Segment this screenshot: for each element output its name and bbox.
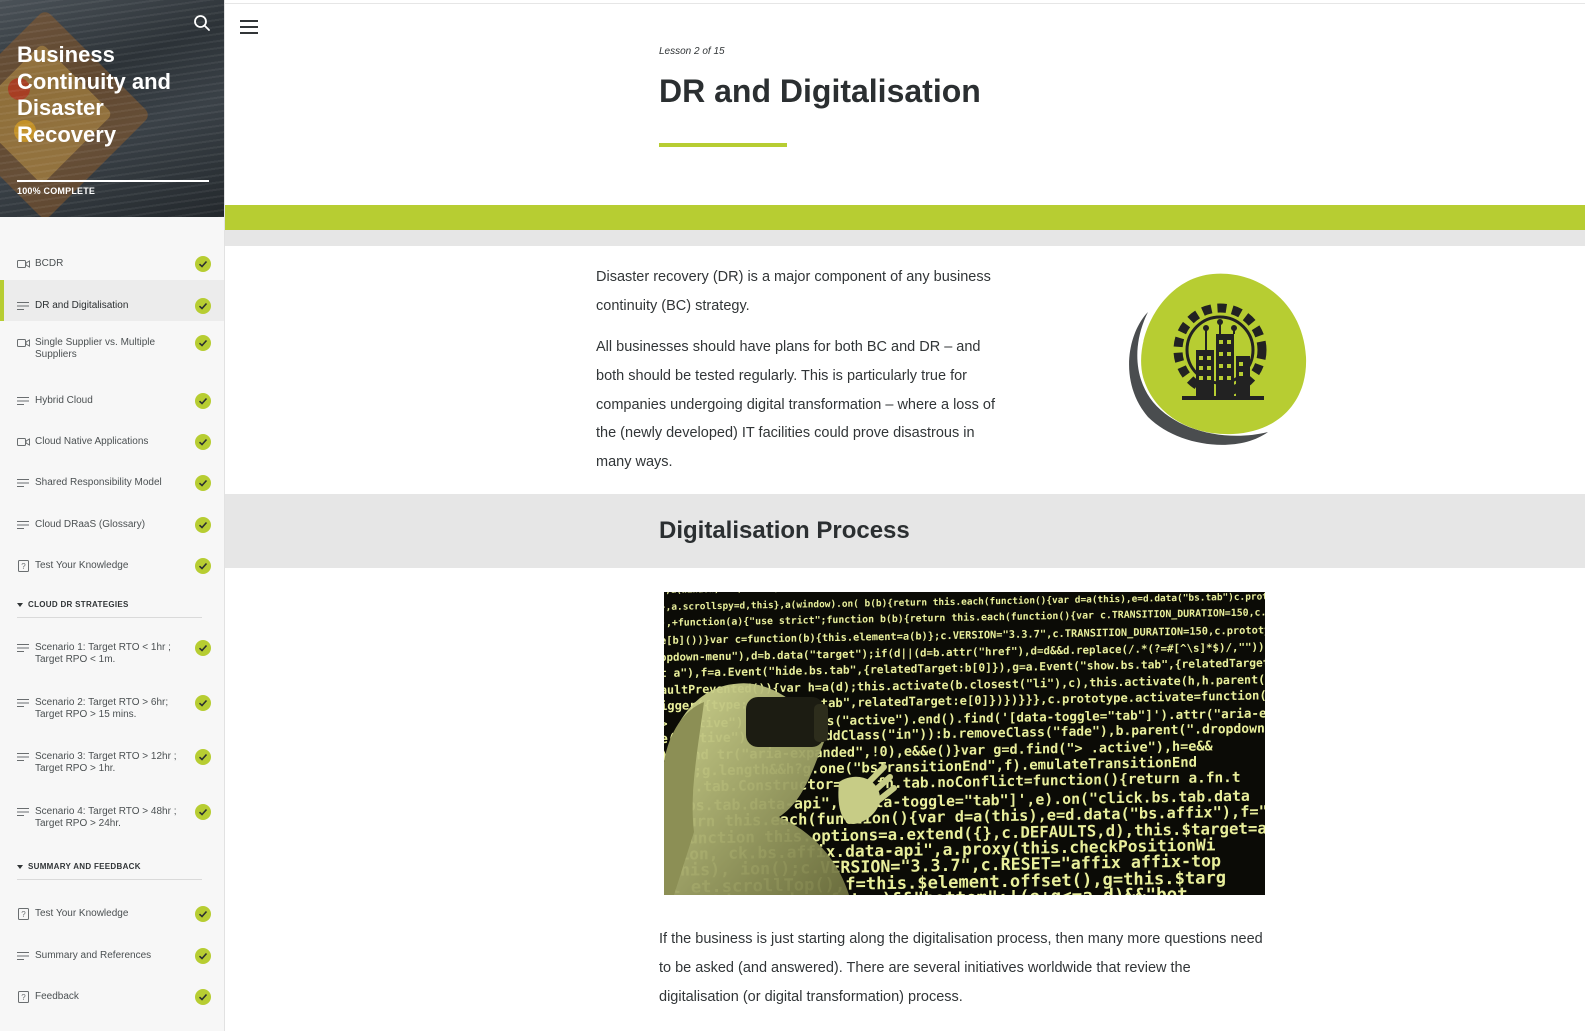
sidebar-item[interactable]: Shared Responsibility Model: [0, 457, 224, 499]
completed-check-icon: [195, 989, 211, 1005]
sidebar-item[interactable]: Scenario 1: Target RTO < 1hr ; Target RP…: [0, 626, 224, 680]
text-lines-icon: [17, 753, 29, 761]
completed-check-icon: [195, 906, 211, 922]
sidebar-item[interactable]: Hybrid Cloud: [0, 375, 224, 416]
completed-check-icon: [195, 804, 211, 820]
completed-check-icon: [195, 434, 211, 450]
sidebar-item-label: Feedback: [35, 991, 79, 1002]
sidebar-item-label: Scenario 4: Target RTO > 48hr ; Target R…: [35, 806, 177, 829]
completed-check-icon: [195, 558, 211, 574]
completed-check-icon: [195, 517, 211, 533]
sidebar-item[interactable]: Scenario 4: Target RTO > 48hr ; Target R…: [0, 790, 224, 844]
completed-check-icon: [195, 475, 211, 491]
quiz-icon: ?: [18, 991, 29, 1003]
text-lines-icon: [17, 521, 29, 529]
sidebar-item-label: Scenario 3: Target RTO > 12hr ; Target R…: [35, 751, 177, 774]
sidebar-item[interactable]: Scenario 3: Target RTO > 12hr ; Target R…: [0, 735, 224, 790]
completed-check-icon: [195, 695, 211, 711]
video-icon: [17, 260, 30, 268]
quiz-icon: ?: [18, 560, 29, 572]
sidebar-section-header[interactable]: CLOUD DR STRATEGIES: [17, 600, 129, 609]
svg-text:?: ?: [21, 562, 26, 571]
text-lines-icon: [17, 397, 29, 405]
sidebar-item-label: Hybrid Cloud: [35, 395, 93, 406]
text-lines-icon: [17, 302, 29, 310]
video-icon: [17, 438, 30, 446]
lesson-title: DR and Digitalisation: [659, 73, 981, 109]
code-vr-image: },a(window).on( load ,function(){a( [dat…: [664, 592, 1265, 895]
sidebar-item[interactable]: BCDR: [0, 238, 224, 280]
sidebar-item-label: Single Supplier vs. Multiple Suppliers: [35, 337, 156, 360]
sidebar-item-label: Scenario 2: Target RTO > 6hr; Target RPO…: [35, 697, 169, 720]
sidebar-item[interactable]: ? Feedback: [0, 971, 224, 1013]
section-title: Digitalisation Process: [659, 517, 910, 544]
top-border: [225, 0, 1585, 4]
title-underline: [659, 143, 787, 147]
sidebar-item-label: Cloud DRaaS (Glossary): [35, 519, 146, 530]
completed-check-icon: [195, 948, 211, 964]
sidebar-item[interactable]: ? Test Your Knowledge: [0, 540, 224, 582]
sidebar-item[interactable]: ? Test Your Knowledge: [0, 888, 224, 930]
caret-down-icon: [17, 864, 23, 869]
divider-band: [225, 230, 1585, 246]
lesson-counter: Lesson 2 of 15: [659, 46, 725, 57]
sidebar-item-label: Shared Responsibility Model: [35, 477, 162, 488]
svg-text:?: ?: [21, 993, 26, 1002]
completed-check-icon: [195, 298, 211, 314]
sidebar-item-label: Test Your Knowledge: [35, 560, 129, 571]
sidebar-item[interactable]: Single Supplier vs. Multiple Suppliers: [0, 321, 224, 375]
quiz-icon: ?: [18, 908, 29, 920]
sidebar-item-label: DR and Digitalisation: [35, 300, 129, 311]
sidebar-section-header[interactable]: SUMMARY AND FEEDBACK: [17, 862, 141, 871]
sidebar-item-label: Test Your Knowledge: [35, 908, 129, 919]
sidebar-item[interactable]: DR and Digitalisation: [0, 280, 224, 321]
sidebar-item[interactable]: Scenario 2: Target RTO > 6hr; Target RPO…: [0, 681, 224, 735]
text-lines-icon: [17, 699, 29, 707]
completed-check-icon: [195, 256, 211, 272]
caret-down-icon: [17, 602, 23, 607]
sidebar-item-label: Cloud Native Applications: [35, 436, 149, 447]
progress-bar: [17, 180, 209, 182]
digital-factory-illustration: [1129, 273, 1307, 445]
body-paragraph: All businesses should have plans for bot…: [596, 339, 995, 471]
section-divider: [17, 879, 202, 880]
vr-headset-person-figure: [664, 683, 897, 895]
svg-text:?: ?: [21, 910, 26, 919]
text-lines-icon: [17, 952, 29, 960]
completed-check-icon: [195, 393, 211, 409]
sidebar-item-label: Summary and References: [35, 950, 152, 961]
menu-toggle-icon[interactable]: [240, 20, 258, 34]
sidebar: Business Continuity and Disaster Recover…: [0, 0, 225, 1031]
section-divider: [17, 617, 202, 618]
sidebar-item[interactable]: Summary and References: [0, 930, 224, 971]
course-title[interactable]: Business Continuity and Disaster Recover…: [17, 42, 207, 148]
text-lines-icon: [17, 808, 29, 816]
search-icon[interactable]: [193, 14, 211, 32]
section-title: CLOUD DR STRATEGIES: [28, 600, 129, 609]
accent-band: [225, 205, 1585, 230]
intro-paragraph: Disaster recovery (DR) is a major compon…: [596, 269, 991, 314]
completed-check-icon: [195, 640, 211, 656]
progress-text: 100% COMPLETE: [17, 186, 96, 196]
video-icon: [17, 339, 30, 347]
closing-paragraph: If the business is just starting along t…: [659, 931, 1263, 1005]
completed-check-icon: [195, 335, 211, 351]
text-lines-icon: [17, 479, 29, 487]
sidebar-item[interactable]: Cloud DRaaS (Glossary): [0, 499, 224, 540]
sidebar-header: Business Continuity and Disaster Recover…: [0, 0, 224, 217]
sidebar-item[interactable]: Cloud Native Applications: [0, 416, 224, 457]
sidebar-item-label: Scenario 1: Target RTO < 1hr ; Target RP…: [35, 642, 171, 665]
completed-check-icon: [195, 749, 211, 765]
section-title: SUMMARY AND FEEDBACK: [28, 862, 141, 871]
text-lines-icon: [17, 644, 29, 652]
sidebar-item-label: BCDR: [35, 258, 64, 269]
